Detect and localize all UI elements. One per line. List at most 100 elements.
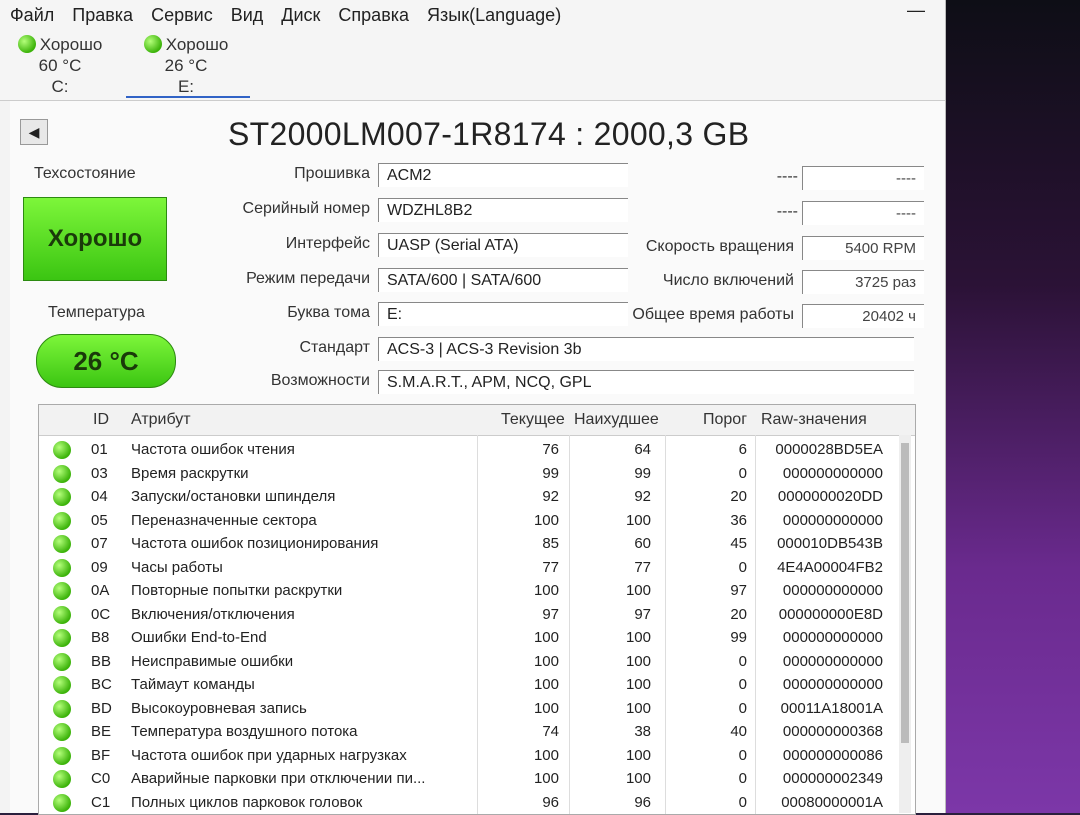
worst-value: 100 <box>625 652 651 670</box>
col-raw[interactable]: Raw-значения <box>761 411 867 429</box>
worst-value: 99 <box>634 464 651 482</box>
current-value: 96 <box>542 793 559 811</box>
standard-field: ACS-3 | ACS-3 Revision 3b <box>378 337 914 361</box>
smart-table[interactable]: ID Атрибут Текущее Наихудшее Порог Raw-з… <box>38 404 916 815</box>
raw-value: 00011A18001A <box>780 699 883 717</box>
disk-title: ST2000LM007-1R8174 : 2000,3 GB <box>228 116 750 152</box>
status-dot-icon <box>53 652 71 671</box>
table-row[interactable]: 03 Время раскрутки 99 99 0 000000000000 <box>39 463 915 486</box>
menu-help[interactable]: Справка <box>338 5 409 26</box>
menu-view[interactable]: Вид <box>231 5 264 26</box>
col-id[interactable]: ID <box>93 411 109 429</box>
minimize-button[interactable]: — <box>907 0 925 21</box>
table-row[interactable]: BE Температура воздушного потока 74 38 40 000… <box>39 721 915 744</box>
table-row[interactable]: C1 Полных циклов парковок головок 96 96 0 000… <box>39 792 915 815</box>
app-window: Файл Правка Сервис Вид Диск Справка Язык… <box>0 0 946 815</box>
raw-value: 000000000000 <box>782 582 883 599</box>
attribute-name: Частота ошибок позиционирования <box>131 535 379 552</box>
attribute-id: C1 <box>91 793 111 811</box>
temperature-badge: 26 °C <box>36 334 176 388</box>
threshold-value: 0 <box>738 652 747 670</box>
worst-value: 60 <box>634 535 651 552</box>
current-value: 100 <box>533 511 559 529</box>
attribute-id: C0 <box>91 770 111 787</box>
table-row[interactable]: 05 Переназначенные сектора 100 100 36 0000000… <box>39 510 915 533</box>
power-hours-field: 20402 ч <box>802 304 924 328</box>
current-value: 100 <box>533 652 559 670</box>
attribute-name: Неисправимые ошибки <box>131 652 294 670</box>
status-dot-icon <box>53 629 71 647</box>
menu-service[interactable]: Сервис <box>151 5 213 26</box>
menu-disk[interactable]: Диск <box>281 5 320 26</box>
attribute-id: 07 <box>91 535 108 552</box>
interface-label: Интерфейс <box>285 235 370 252</box>
worst-value: 100 <box>625 676 651 693</box>
worst-value: 77 <box>634 558 651 576</box>
menu-edit[interactable]: Правка <box>72 5 133 26</box>
attribute-id: BE <box>91 723 112 740</box>
status-dot-icon <box>53 488 71 506</box>
worst-value: 100 <box>625 746 651 764</box>
raw-value: 000000000E8D <box>778 605 883 623</box>
current-value: 100 <box>533 699 559 717</box>
table-row[interactable]: BB Неисправимые ошибки 100 100 0 000000000000 <box>39 651 915 674</box>
disk-details: ◀ ST2000LM007-1R8174 : 2000,3 GB Техсост… <box>10 101 945 815</box>
col-threshold[interactable]: Порог <box>703 411 747 429</box>
raw-value: 000000000000 <box>782 511 883 529</box>
table-row[interactable]: 09 Часы работы 77 77 0 4E4A00004FB2 <box>39 557 915 580</box>
attribute-name: Ошибки End-to-End <box>131 629 267 646</box>
attribute-id: BB <box>91 652 112 670</box>
attribute-name: Аварийные парковки при отключении пи... <box>131 770 426 787</box>
table-row[interactable]: 04 Запуски/остановки шпинделя 92 92 20 000000… <box>39 486 915 509</box>
disk-status: Хорошо <box>165 35 229 54</box>
current-value: 85 <box>542 535 559 552</box>
threshold-value: 20 <box>730 605 747 623</box>
current-value: 74 <box>542 723 559 740</box>
threshold-value: 36 <box>730 511 747 529</box>
disk-temp: 60 °C <box>38 56 82 75</box>
table-row[interactable]: BF Частота ошибок при ударных нагрузках 10… <box>39 745 915 768</box>
serial-label: Серийный номер <box>242 200 370 217</box>
desktop-wallpaper <box>940 0 1080 813</box>
status-dot-icon <box>53 676 71 694</box>
attribute-id: 03 <box>91 464 108 482</box>
vertical-scrollbar[interactable] <box>899 435 911 813</box>
threshold-value: 0 <box>738 770 747 787</box>
raw-value: 4E4A00004FB2 <box>777 558 883 576</box>
table-row[interactable]: B8 Ошибки End-to-End 100 100 99 000000000000 <box>39 627 915 650</box>
table-row[interactable]: 01 Частота ошибок чтения 76 64 6 0000028BD5EA <box>39 439 915 462</box>
disk-tab-c[interactable]: Хорошо 60 °C C: <box>0 34 120 97</box>
status-dot-icon <box>17 35 36 53</box>
col-current[interactable]: Текущее <box>501 411 565 429</box>
threshold-value: 45 <box>730 535 747 552</box>
menu-language[interactable]: Язык(Language) <box>427 5 561 26</box>
worst-value: 100 <box>625 511 651 529</box>
raw-value: 000000000000 <box>782 652 883 670</box>
disk-tab-e[interactable]: Хорошо 26 °C E: <box>126 34 246 97</box>
worst-value: 38 <box>634 723 651 740</box>
table-row[interactable]: 0C Включения/отключения 97 97 20 000000000E8D <box>39 604 915 627</box>
col-attribute[interactable]: Атрибут <box>131 411 191 429</box>
back-arrow-icon[interactable]: ◀ <box>20 119 48 145</box>
health-label: Техсостояние <box>34 165 136 182</box>
table-row[interactable]: BD Высокоуровневая запись 100 100 0 00011A180… <box>39 698 915 721</box>
attribute-name: Повторные попытки раскрутки <box>131 582 343 599</box>
scrollbar-thumb[interactable] <box>901 443 909 743</box>
attribute-id: 0C <box>91 605 111 623</box>
col-worst[interactable]: Наихудшее <box>574 411 659 429</box>
rotation-field: 5400 RPM <box>802 236 924 260</box>
raw-value: 000000002349 <box>782 770 883 787</box>
status-dot-icon <box>53 464 71 483</box>
health-status-button[interactable]: Хорошо <box>23 197 167 281</box>
table-row[interactable]: C0 Аварийные парковки при отключении пи..… <box>39 768 915 791</box>
transfer-label: Режим передачи <box>246 270 370 287</box>
menu-file[interactable]: Файл <box>10 5 54 26</box>
status-dot-icon <box>53 511 71 530</box>
table-row[interactable]: 07 Частота ошибок позиционирования 85 60 45 0… <box>39 533 915 556</box>
blank-field: ---- <box>802 166 924 190</box>
power-count-label: Число включений <box>662 272 794 289</box>
table-row[interactable]: 0A Повторные попытки раскрутки 100 100 97 000… <box>39 580 915 603</box>
raw-value: 000000000368 <box>782 723 883 740</box>
attribute-id: BC <box>91 676 112 693</box>
table-row[interactable]: BC Таймаут команды 100 100 0 000000000000 <box>39 674 915 697</box>
